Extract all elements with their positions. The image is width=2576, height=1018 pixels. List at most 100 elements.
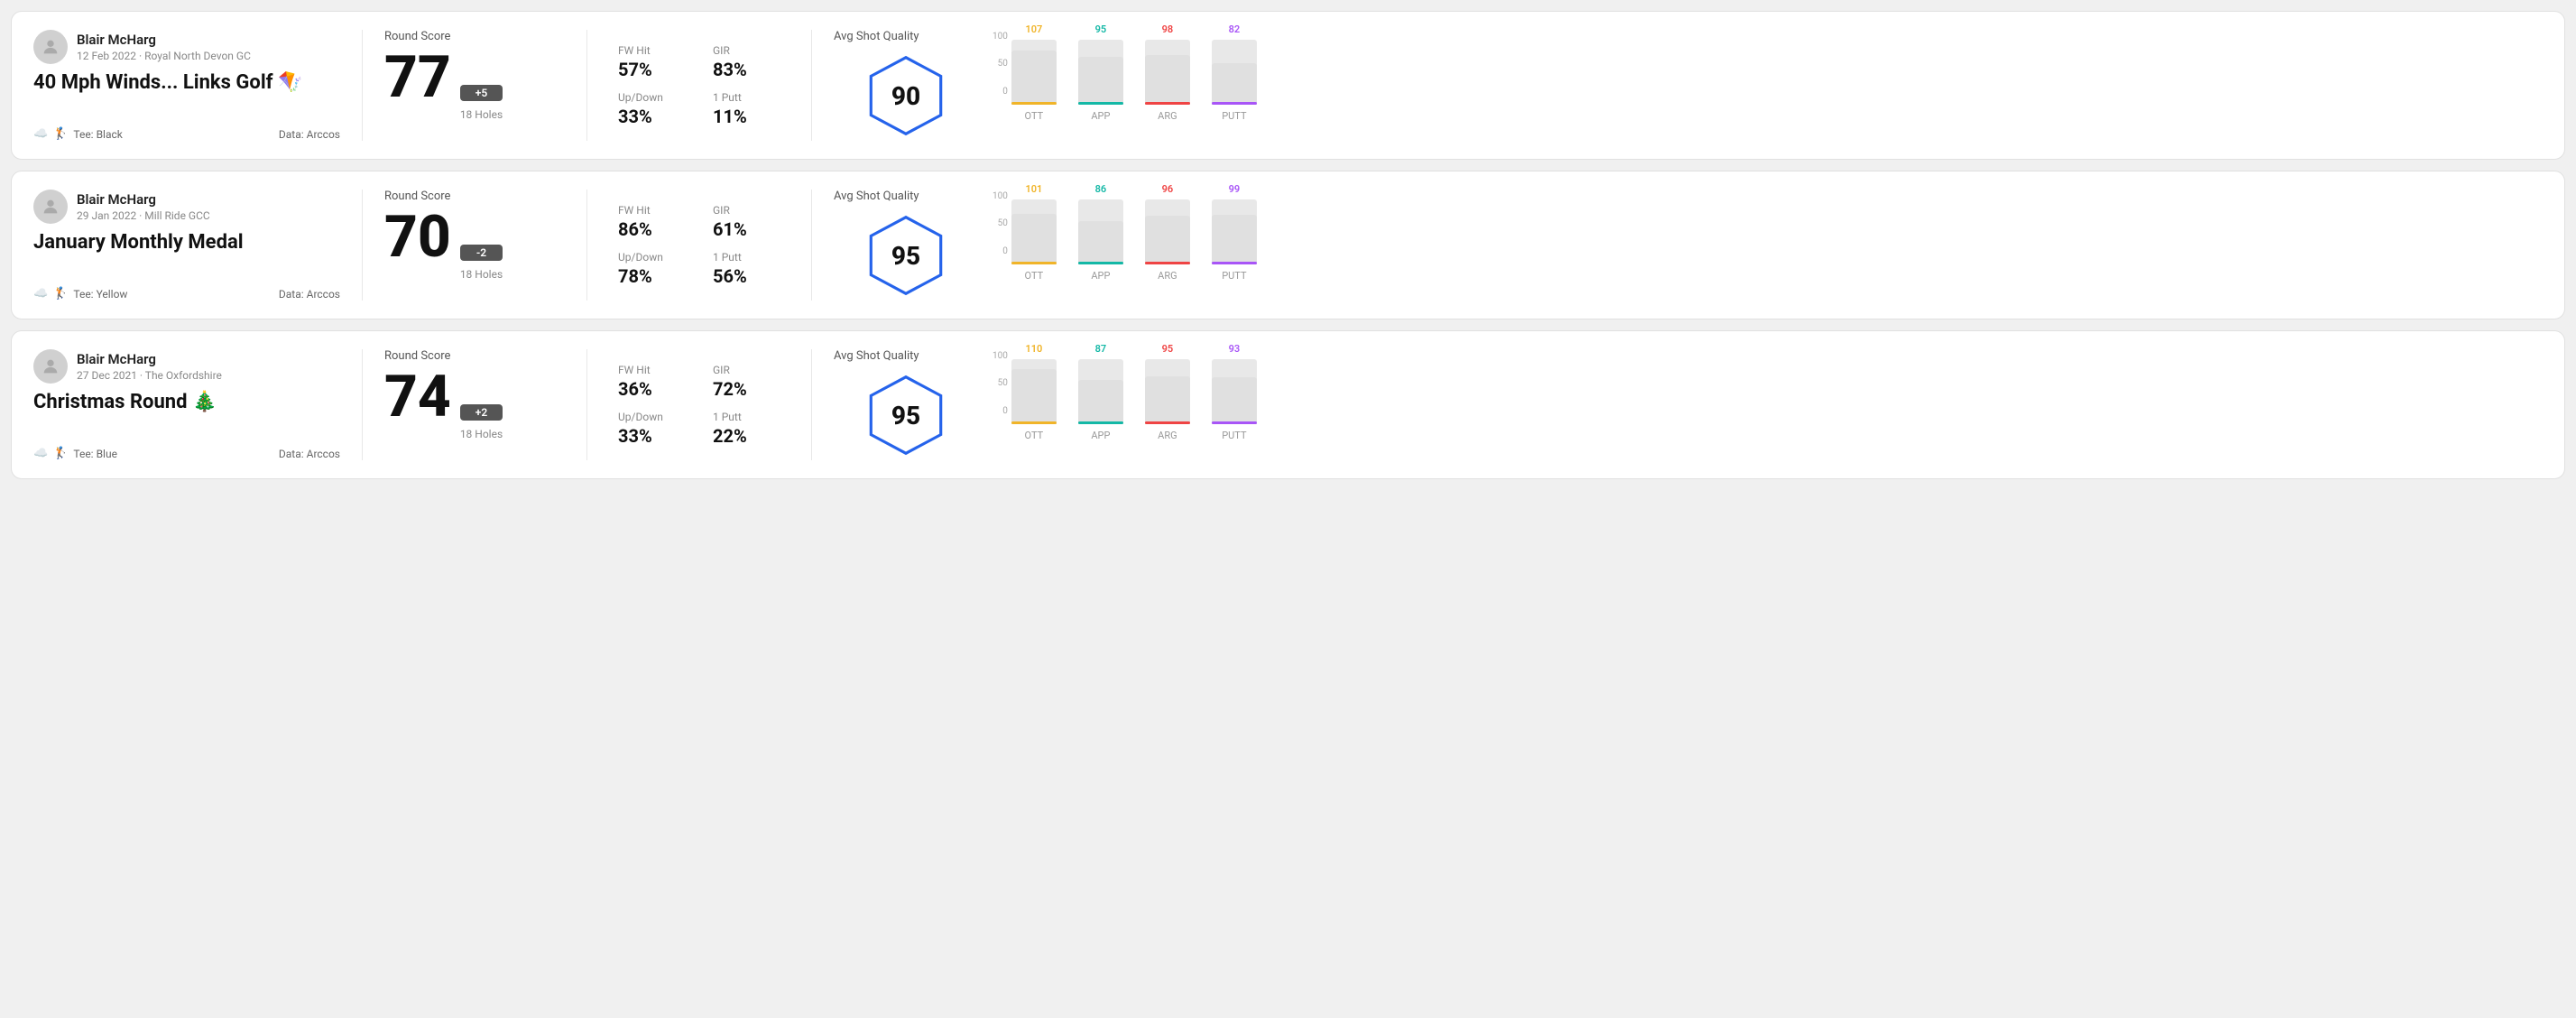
chart-section: 100 50 0 110 OTT 87 APP (978, 349, 2543, 460)
score-big: 70 (384, 208, 451, 266)
divider2 (586, 30, 587, 141)
round-left-section: Blair McHarg 29 Jan 2022 · Mill Ride GCC… (33, 190, 340, 301)
quality-label: Avg Shot Quality (834, 349, 919, 363)
divider (362, 349, 363, 460)
bottom-row: ☁️ 🏌 Tee: Black Data: Arccos (33, 127, 340, 141)
bar-group-putt: 99 PUTT (1212, 183, 1257, 282)
tee-label: Tee: Black (73, 128, 122, 141)
one-putt-stat: 1 Putt 22% (713, 411, 789, 447)
score-big: 74 (384, 368, 451, 426)
user-meta: 27 Dec 2021 · The Oxfordshire (77, 369, 222, 382)
quality-label: Avg Shot Quality (834, 30, 919, 43)
user-meta: 12 Feb 2022 · Royal North Devon GC (77, 50, 251, 62)
score-row: 77 +5 18 Holes (384, 49, 565, 121)
fw-hit-stat: FW Hit 36% (618, 364, 695, 400)
data-source: Data: Arccos (279, 128, 340, 141)
bar-group-app: 87 APP (1078, 343, 1123, 441)
round-card-2: Blair McHarg 29 Jan 2022 · Mill Ride GCC… (11, 171, 2565, 319)
holes-label: 18 Holes (460, 428, 503, 440)
avatar (33, 190, 68, 224)
hex-score: 95 (891, 241, 920, 271)
user-info: Blair McHarg 12 Feb 2022 · Royal North D… (33, 30, 340, 64)
score-diff-badge: +5 (460, 85, 503, 101)
user-meta: 29 Jan 2022 · Mill Ride GCC (77, 209, 210, 222)
updown-stat: Up/Down 78% (618, 251, 695, 287)
updown-stat: Up/Down 33% (618, 411, 695, 447)
bar-group-putt: 82 PUTT (1212, 23, 1257, 122)
bag-icon: 🏌 (53, 127, 68, 141)
one-putt-stat: 1 Putt 56% (713, 251, 789, 287)
divider (362, 30, 363, 141)
tee-label: Tee: Blue (73, 448, 117, 460)
divider (362, 190, 363, 301)
avatar (33, 30, 68, 64)
score-big: 77 (384, 49, 451, 106)
fw-hit-stat: FW Hit 57% (618, 44, 695, 80)
fw-hit-stat: FW Hit 86% (618, 204, 695, 240)
bar-group-ott: 107 OTT (1011, 23, 1057, 122)
bar-group-app: 86 APP (1078, 183, 1123, 282)
quality-section: Avg Shot Quality 95 (834, 349, 978, 460)
score-section: Round Score 74 +2 18 Holes (384, 349, 565, 460)
bottom-row: ☁️ 🏌 Tee: Blue Data: Arccos (33, 447, 340, 460)
avatar (33, 349, 68, 384)
user-icon (41, 197, 60, 217)
weather-icon: ☁️ (33, 447, 48, 460)
user-name: Blair McHarg (77, 32, 251, 48)
bar-group-ott: 101 OTT (1011, 183, 1057, 282)
bar-group-arg: 95 ARG (1145, 343, 1190, 441)
divider3 (811, 190, 812, 301)
score-diff-badge: +2 (460, 404, 503, 421)
round-score-label: Round Score (384, 349, 565, 363)
score-row: 70 -2 18 Holes (384, 208, 565, 281)
stats-section: FW Hit 57% GIR 83% Up/Down 33% 1 Putt 11… (609, 30, 789, 141)
score-section: Round Score 77 +5 18 Holes (384, 30, 565, 141)
hexagon-container: 90 (861, 51, 951, 141)
user-icon (41, 356, 60, 376)
round-score-label: Round Score (384, 30, 565, 43)
divider3 (811, 30, 812, 141)
round-title: January Monthly Medal (33, 231, 340, 254)
divider2 (586, 349, 587, 460)
divider2 (586, 190, 587, 301)
hex-score: 95 (891, 401, 920, 430)
chart-section: 100 50 0 107 OTT 95 APP (978, 30, 2543, 141)
bar-group-ott: 110 OTT (1011, 343, 1057, 441)
user-icon (41, 37, 60, 57)
score-section: Round Score 70 -2 18 Holes (384, 190, 565, 301)
updown-stat: Up/Down 33% (618, 91, 695, 127)
bag-icon: 🏌 (53, 447, 68, 460)
user-info: Blair McHarg 29 Jan 2022 · Mill Ride GCC (33, 190, 340, 224)
quality-label: Avg Shot Quality (834, 190, 919, 203)
stats-section: FW Hit 36% GIR 72% Up/Down 33% 1 Putt 22… (609, 349, 789, 460)
user-info: Blair McHarg 27 Dec 2021 · The Oxfordshi… (33, 349, 340, 384)
hexagon-container: 95 (861, 370, 951, 460)
score-row: 74 +2 18 Holes (384, 368, 565, 440)
hexagon-container: 95 (861, 210, 951, 301)
holes-label: 18 Holes (460, 108, 503, 121)
round-score-label: Round Score (384, 190, 565, 203)
one-putt-stat: 1 Putt 11% (713, 91, 789, 127)
gir-stat: GIR 61% (713, 204, 789, 240)
chart-section: 100 50 0 101 OTT 86 APP (978, 190, 2543, 301)
round-left-section: Blair McHarg 12 Feb 2022 · Royal North D… (33, 30, 340, 141)
data-source: Data: Arccos (279, 448, 340, 460)
gir-stat: GIR 72% (713, 364, 789, 400)
hex-score: 90 (891, 81, 920, 111)
bar-group-arg: 98 ARG (1145, 23, 1190, 122)
bar-group-app: 95 APP (1078, 23, 1123, 122)
divider3 (811, 349, 812, 460)
round-title: 40 Mph Winds... Links Golf 🪁 (33, 71, 340, 94)
quality-section: Avg Shot Quality 90 (834, 30, 978, 141)
quality-section: Avg Shot Quality 95 (834, 190, 978, 301)
round-card-3: Blair McHarg 27 Dec 2021 · The Oxfordshi… (11, 330, 2565, 479)
data-source: Data: Arccos (279, 288, 340, 301)
weather-icon: ☁️ (33, 127, 48, 141)
stats-section: FW Hit 86% GIR 61% Up/Down 78% 1 Putt 56… (609, 190, 789, 301)
score-diff-badge: -2 (460, 245, 503, 261)
bar-group-putt: 93 PUTT (1212, 343, 1257, 441)
gir-stat: GIR 83% (713, 44, 789, 80)
round-title: Christmas Round 🎄 (33, 391, 340, 413)
user-name: Blair McHarg (77, 351, 222, 367)
bar-group-arg: 96 ARG (1145, 183, 1190, 282)
